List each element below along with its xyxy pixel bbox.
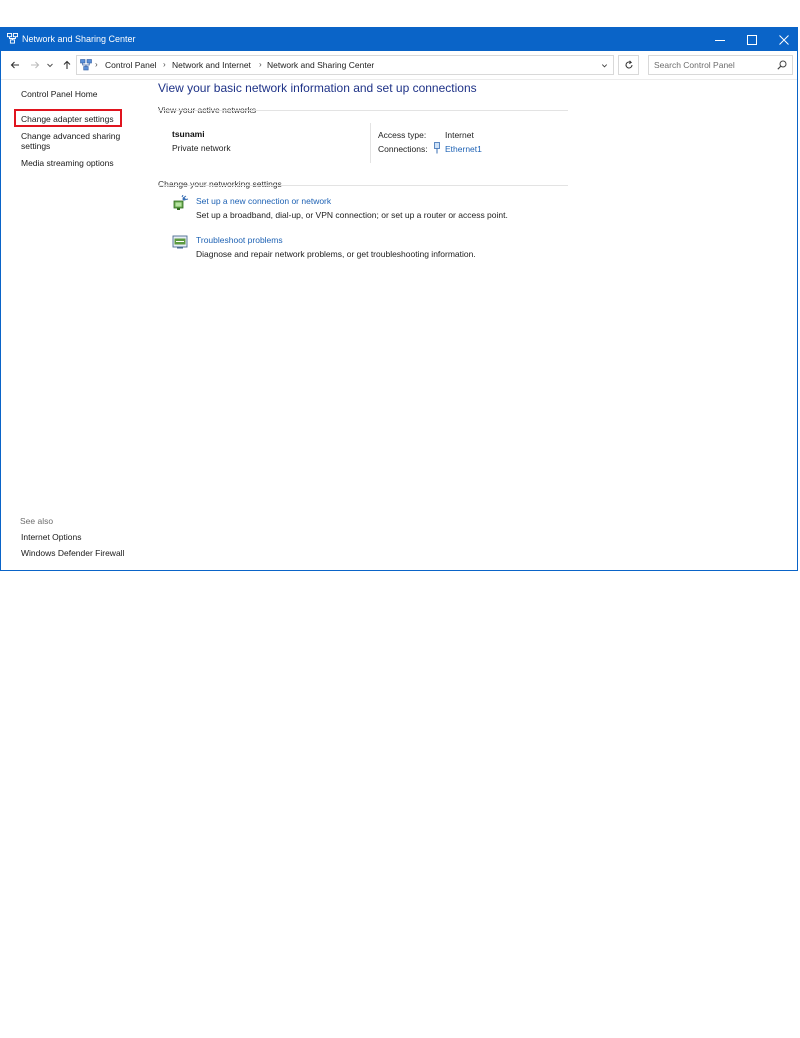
ethernet-connection-link[interactable]: Ethernet1 (445, 144, 482, 154)
address-bar: › Control Panel › Network and Internet ›… (1, 51, 797, 80)
connections-label: Connections: (378, 144, 428, 154)
troubleshoot-problems-link[interactable]: Troubleshoot problems (196, 235, 283, 245)
minimize-icon (715, 39, 725, 41)
ethernet-icon (434, 142, 440, 154)
breadcrumb-separator: › (259, 60, 262, 69)
access-type-value: Internet (445, 130, 474, 140)
setup-connection-description: Set up a broadband, dial-up, or VPN conn… (196, 210, 508, 220)
see-also-title: See also (20, 516, 54, 526)
access-type-label: Access type: (378, 130, 427, 140)
network-setup-icon (173, 195, 189, 210)
network-type: Private network (172, 143, 231, 153)
address-dropdown-icon[interactable] (600, 61, 609, 70)
setup-connection-link[interactable]: Set up a new connection or network (196, 196, 331, 206)
close-icon (779, 34, 789, 45)
search-icon[interactable] (777, 60, 787, 70)
up-arrow-icon (63, 60, 71, 69)
up-button[interactable] (60, 57, 74, 73)
section-divider (158, 110, 568, 111)
control-panel-icon (80, 59, 92, 71)
breadcrumb-network-internet[interactable]: Network and Internet (172, 60, 251, 70)
back-arrow-icon (10, 61, 19, 69)
network-app-icon (7, 33, 18, 44)
search-input[interactable] (654, 59, 772, 71)
forward-button[interactable] (28, 57, 42, 73)
window-title: Network and Sharing Center (22, 34, 136, 44)
page-title: View your basic network information and … (158, 81, 477, 95)
change-settings-label: Change your networking settings (158, 179, 282, 189)
refresh-button[interactable] (618, 55, 639, 75)
breadcrumb-network-sharing-center[interactable]: Network and Sharing Center (267, 60, 374, 70)
breadcrumb-separator: › (163, 60, 166, 69)
chevron-down-icon (47, 63, 53, 68)
back-button[interactable] (8, 57, 22, 73)
close-button[interactable] (767, 28, 800, 51)
breadcrumb-control-panel[interactable]: Control Panel (105, 60, 157, 70)
section-divider (158, 185, 568, 186)
network-divider (370, 123, 371, 163)
forward-arrow-icon (31, 61, 40, 69)
network-name: tsunami (172, 129, 205, 139)
troubleshoot-icon (172, 235, 188, 249)
troubleshoot-description: Diagnose and repair network problems, or… (196, 249, 476, 259)
minimize-button[interactable] (703, 28, 737, 51)
search-box[interactable] (648, 55, 793, 75)
windows-defender-firewall-link[interactable]: Windows Defender Firewall (21, 548, 166, 1038)
breadcrumb-separator: › (95, 60, 98, 69)
breadcrumb[interactable]: › Control Panel › Network and Internet ›… (76, 55, 614, 75)
title-bar[interactable]: Network and Sharing Center (1, 28, 797, 51)
refresh-icon (625, 60, 632, 69)
maximize-button[interactable] (735, 28, 769, 51)
recent-locations-button[interactable] (45, 57, 55, 73)
maximize-icon (747, 34, 757, 45)
